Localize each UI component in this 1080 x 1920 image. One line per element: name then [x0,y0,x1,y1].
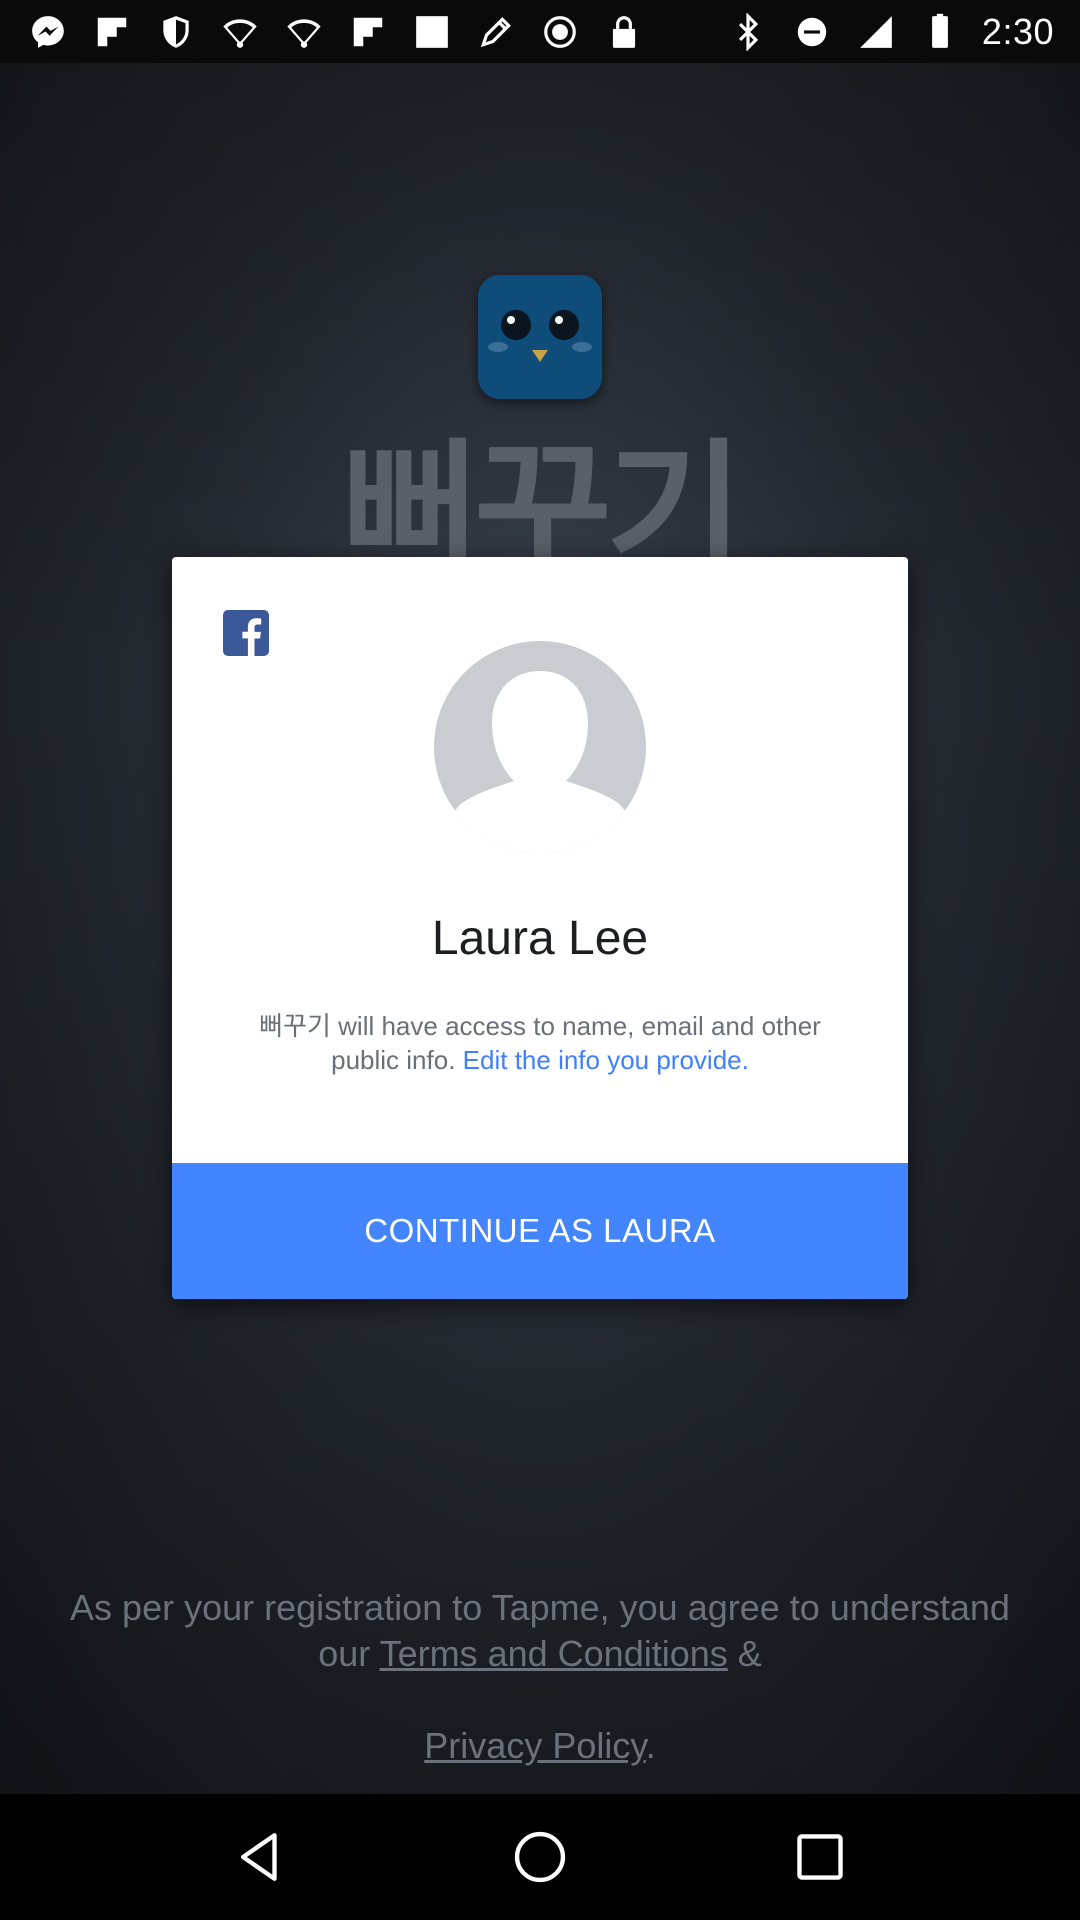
flipboard-icon [346,10,390,54]
recents-icon [797,1834,843,1880]
privacy-period: . [645,1725,656,1766]
alarm-icon [538,10,582,54]
facebook-icon [223,610,269,656]
notification-icons [26,10,726,54]
do-not-disturb-icon [790,10,834,54]
legal-text: As per your registration to Tapme, you a… [0,1585,1080,1769]
back-icon [240,1833,277,1881]
back-button[interactable] [220,1817,300,1897]
lock-icon [602,10,646,54]
edit-info-link[interactable]: Edit the info you provide. [463,1045,749,1075]
recents-button[interactable] [780,1817,860,1897]
image-icon [410,10,454,54]
messenger-icon [26,10,70,54]
system-status: 2:30 [726,10,1054,54]
legal-amp: & [737,1633,762,1674]
status-time: 2:30 [981,10,1054,52]
privacy-line: Privacy Policy. [20,1723,1060,1769]
wifi-icon [282,10,326,54]
continue-button[interactable]: CONTINUE AS LAURA [172,1163,908,1299]
pen-icon [474,10,518,54]
privacy-policy-link[interactable]: Privacy Policy [424,1725,645,1766]
bluetooth-icon [726,10,770,54]
legal-our: our [318,1633,371,1674]
navigation-bar [0,1794,1080,1920]
wifi-icon [218,10,262,54]
default-profile-avatar [434,641,646,853]
status-bar: 2:30 [0,0,1080,63]
home-icon [514,1831,566,1883]
legal-line: As per your registration to Tapme, you a… [70,1587,1010,1628]
home-button[interactable] [500,1817,580,1897]
flipboard-icon [90,10,134,54]
battery-icon [918,10,962,54]
shield-icon [154,10,198,54]
access-info-text: 뻐꾸기 will have access to name, email and … [232,1009,848,1077]
profile-name: Laura Lee [431,912,649,965]
facebook-login-dialog: Laura Lee 뻐꾸기 will have access to name, … [172,557,908,1299]
terms-link[interactable]: Terms and Conditions [380,1633,728,1674]
owl-app-icon [478,275,602,399]
signal-icon [854,10,898,54]
